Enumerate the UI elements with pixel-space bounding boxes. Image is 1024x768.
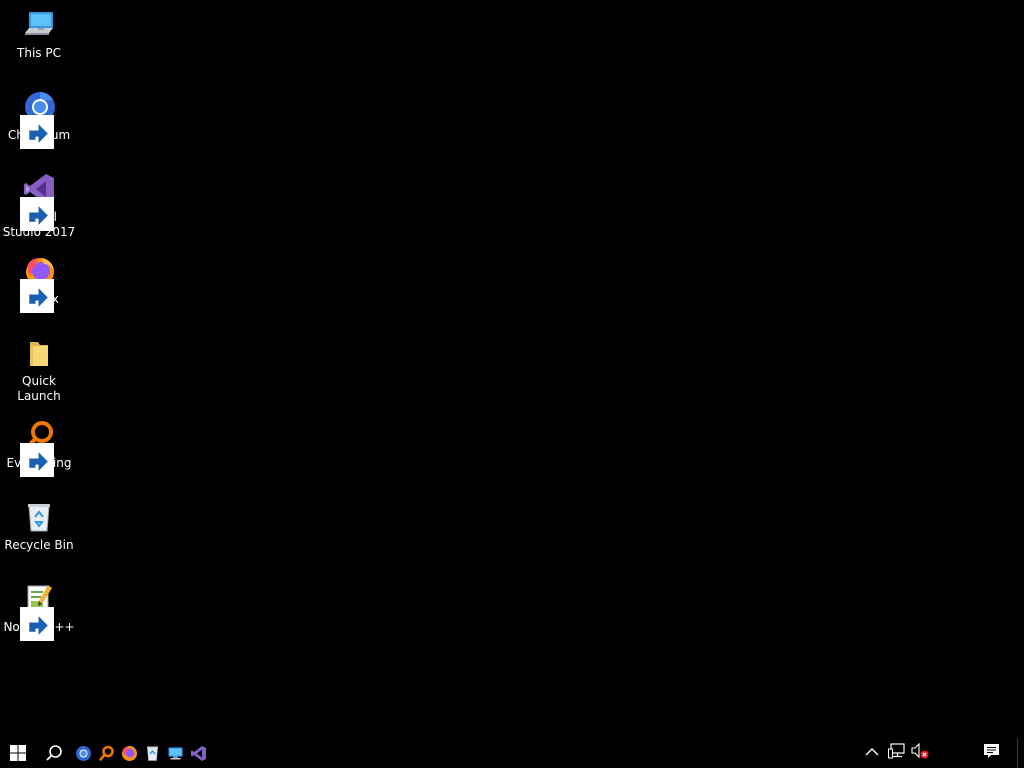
volume-muted-icon (911, 742, 929, 763)
windows-logo-icon (10, 745, 26, 761)
search-icon (45, 744, 63, 762)
chevron-up-icon (865, 744, 879, 763)
taskbar-visual-studio[interactable] (187, 738, 209, 768)
shortcut-arrow-icon (20, 197, 54, 231)
search-button[interactable] (38, 738, 70, 768)
taskbar-recycle-bin[interactable] (141, 738, 163, 768)
taskbar-firefox[interactable] (118, 738, 140, 768)
desktop-icon-notepadpp[interactable]: Notepad++ (2, 578, 76, 641)
shortcut-arrow-icon (20, 115, 54, 149)
desktop-icon-recycle-bin[interactable]: Recycle Bin (2, 496, 76, 553)
volume-tray-button[interactable] (909, 738, 931, 768)
folder-icon (22, 336, 56, 370)
taskbar-this-pc[interactable] (164, 738, 186, 768)
desktop-icon-visual-studio[interactable]: Visual Studio 2017 (2, 168, 76, 240)
action-center-button[interactable] (978, 738, 1004, 768)
desktop-icon-chromium[interactable]: Chromium (2, 86, 76, 149)
notification-icon (983, 743, 1000, 763)
recycle-bin-icon (22, 500, 56, 534)
shortcut-arrow-icon (20, 279, 54, 313)
desktop-icon-everything[interactable]: Everything (2, 414, 76, 477)
firefox-icon (20, 254, 56, 313)
desktop: This PC Chromium (0, 0, 1024, 738)
visual-studio-icon (190, 745, 207, 762)
network-tray-button[interactable] (885, 738, 907, 768)
desktop-icon-this-pc[interactable]: This PC (2, 4, 76, 61)
taskbar (0, 738, 1024, 768)
network-icon (887, 743, 905, 763)
notepad-plus-plus-icon (20, 582, 56, 641)
show-desktop-button[interactable] (1017, 738, 1024, 768)
desktop-icon-quick-launch[interactable]: Quick Launch (2, 332, 76, 404)
recycle-bin-icon (144, 745, 161, 762)
taskbar-chromium[interactable] (72, 738, 94, 768)
desktop-icon-label: Quick Launch (17, 374, 61, 403)
firefox-icon (121, 745, 138, 762)
start-button[interactable] (0, 738, 36, 768)
computer-icon (167, 745, 184, 762)
desktop-icon-label: This PC (17, 46, 61, 60)
shortcut-arrow-icon (20, 607, 54, 641)
shortcut-arrow-icon (20, 443, 54, 477)
taskbar-everything[interactable] (95, 738, 117, 768)
everything-icon (20, 418, 56, 477)
everything-icon (98, 745, 115, 762)
chromium-icon (75, 745, 92, 762)
chromium-icon (20, 90, 56, 149)
desktop-icon-firefox[interactable]: Firefox (2, 250, 76, 313)
visual-studio-icon (20, 172, 56, 231)
desktop-icon-label: Recycle Bin (4, 538, 74, 552)
computer-icon (22, 8, 56, 42)
show-hidden-icons-button[interactable] (862, 738, 882, 768)
